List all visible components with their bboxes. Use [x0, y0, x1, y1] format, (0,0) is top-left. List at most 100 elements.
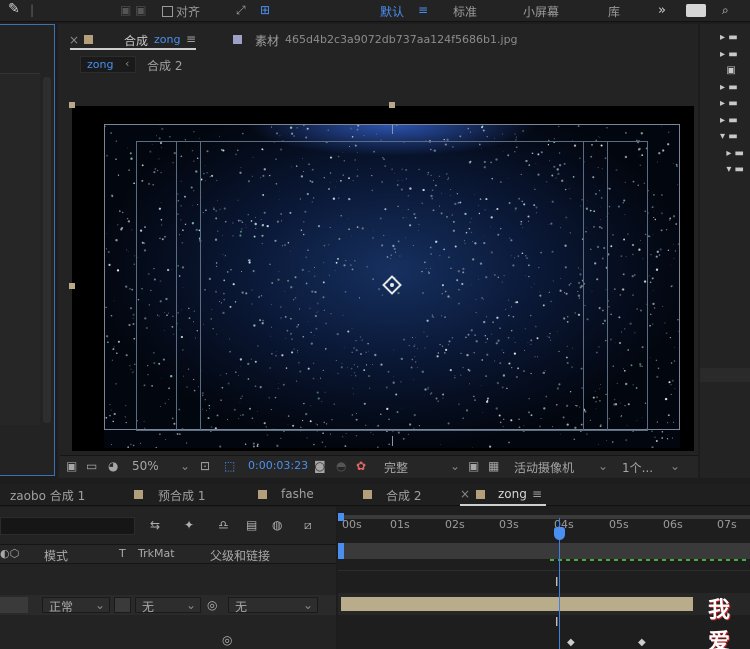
- keyframe-icon[interactable]: ◆: [638, 637, 646, 648]
- align-checkbox[interactable]: 对齐: [162, 3, 200, 20]
- timeline-tab-zaobo[interactable]: zaobo 合成 1: [10, 487, 85, 504]
- particle: [508, 441, 510, 444]
- folder-row[interactable]: ▸ ▬: [720, 113, 744, 130]
- close-comp-tab-icon[interactable]: ×: [69, 33, 79, 47]
- region-of-interest-icon[interactable]: ⬚: [224, 459, 235, 473]
- layer-trkmat-select[interactable]: 无 ⌄: [135, 597, 201, 614]
- channel-icon[interactable]: ✿: [356, 459, 366, 473]
- comp-tab-name[interactable]: zong: [154, 33, 180, 46]
- current-timecode[interactable]: 0:00:03:23: [248, 459, 308, 472]
- workspace-library[interactable]: 库: [608, 3, 620, 20]
- playhead-handle[interactable]: [554, 527, 565, 540]
- timeline-in-marker[interactable]: [338, 543, 344, 559]
- pick-whip-icon[interactable]: ◎: [207, 598, 217, 612]
- folder-row[interactable]: ▾ ▬: [720, 129, 744, 146]
- folder-row[interactable]: ▸ ▬: [720, 96, 744, 113]
- project-scrollbar[interactable]: [43, 77, 51, 423]
- monitor-icon[interactable]: ▭: [86, 459, 97, 473]
- keyframe-navigator-icon[interactable]: I: [555, 615, 559, 629]
- views-chevron-icon[interactable]: ⌄: [670, 459, 680, 473]
- frame-blending-icon[interactable]: ▤: [246, 518, 257, 532]
- snapshot-icon[interactable]: ◙: [314, 459, 326, 473]
- expression-pickwhip-icon[interactable]: ◎: [222, 633, 232, 647]
- chevron-down-icon: ⌄: [302, 598, 313, 612]
- workspace-default[interactable]: 默认: [380, 3, 404, 20]
- timeline-tab-fashe[interactable]: fashe: [281, 487, 314, 501]
- timeline-tabs: zaobo 合成 1 预合成 1 fashe 合成 2 × zong ≡: [0, 484, 750, 506]
- workspace-small-screen[interactable]: 小屏幕: [523, 3, 559, 20]
- chevron-down-icon[interactable]: ⌄: [180, 459, 190, 473]
- timeline-tab-menu-icon[interactable]: ≡: [532, 487, 542, 501]
- workspace-overflow-icon[interactable]: »: [658, 3, 666, 18]
- tab-color-swatch: [258, 490, 267, 499]
- folder-row[interactable]: ▸ ▬: [720, 30, 744, 47]
- keyboard-icon[interactable]: [686, 4, 706, 17]
- search-icon[interactable]: ⌕: [722, 3, 729, 18]
- particle: [586, 433, 588, 435]
- workspace-standard[interactable]: 标准: [453, 3, 477, 20]
- folder-row[interactable]: ▸ ▬: [720, 80, 744, 97]
- footage-tab-prefix[interactable]: 素材: [255, 32, 279, 49]
- composition-viewer[interactable]: [72, 106, 694, 451]
- fast-preview-icon[interactable]: ▣: [468, 459, 479, 473]
- fit-icon[interactable]: ⊡: [200, 459, 210, 473]
- workspace-menu-icon[interactable]: ≡: [418, 3, 428, 17]
- timeline-tab-precomp[interactable]: 预合成 1: [158, 487, 205, 504]
- particle: [256, 445, 259, 447]
- particle: [179, 433, 181, 435]
- layer-mode-select[interactable]: 正常 ⌄: [42, 597, 110, 614]
- comp-tab-prefix[interactable]: 合成: [124, 32, 148, 49]
- close-timeline-tab-icon[interactable]: ×: [460, 487, 470, 501]
- timeline-tab-comp2[interactable]: 合成 2: [386, 487, 421, 504]
- timeline-search-input[interactable]: [0, 517, 135, 535]
- views-value[interactable]: 1个...: [622, 459, 653, 476]
- folder-tree[interactable]: ▸ ▬ ▸ ▬ ▣ ▸ ▬ ▸ ▬ ▸ ▬ ▾ ▬ ▸ ▬ ▾ ▬: [720, 30, 744, 179]
- comp-nav-current-label: zong: [87, 58, 114, 71]
- camera-value[interactable]: 活动摄像机: [514, 459, 574, 476]
- project-panel: [0, 24, 55, 476]
- resolution-value[interactable]: 完整: [384, 459, 408, 476]
- mask-visibility-icon[interactable]: ◕: [108, 459, 118, 473]
- keyframe-navigator-icon[interactable]: I: [555, 575, 559, 589]
- zoom-value[interactable]: 50%: [132, 459, 159, 473]
- snap-grid-icon[interactable]: ⊞: [260, 3, 270, 17]
- graph-editor-icon[interactable]: ⧄: [304, 518, 312, 532]
- timeline-layer-panel: ⇆ ✦ ♎ ▤ ◍ ⧄ ◐⬡ 模式 T TrkMat 父级和链接 正常 ⌄ 无 ⌄ …: [0, 507, 336, 649]
- footage-tab-name[interactable]: 465d4b2c3a9072db737aa124f5686b1.jpg: [285, 33, 518, 46]
- keyframe-icon[interactable]: ◆: [567, 637, 575, 648]
- show-snapshot-icon[interactable]: ◓: [336, 459, 346, 473]
- folder-row[interactable]: ▸ ▬: [720, 47, 744, 64]
- pin-tool-icon[interactable]: ✎: [8, 1, 20, 17]
- layer-duration-bar[interactable]: [341, 597, 693, 611]
- preserve-transparency-toggle[interactable]: [114, 597, 131, 613]
- timeline-tab-zong[interactable]: zong: [498, 487, 527, 501]
- column-trkmat[interactable]: TrkMat: [138, 547, 175, 560]
- resolution-chevron-icon[interactable]: ⌄: [450, 459, 460, 473]
- layer-handle-tl[interactable]: [69, 102, 75, 108]
- draft-3d-icon[interactable]: ✦: [184, 518, 194, 532]
- layer-switch-box[interactable]: [0, 597, 28, 613]
- column-mode[interactable]: 模式: [44, 547, 68, 564]
- snap-icon[interactable]: ⤢: [236, 3, 246, 18]
- switches-icon[interactable]: ◐⬡: [0, 547, 19, 560]
- comp-nav-current[interactable]: zong ‹: [80, 56, 136, 73]
- camera-chevron-icon[interactable]: ⌄: [598, 459, 608, 473]
- folder-row[interactable]: ▣: [720, 63, 744, 80]
- folder-row[interactable]: ▸ ▬: [720, 146, 744, 163]
- align-label: 对齐: [176, 5, 201, 19]
- layer-handle-ml[interactable]: [69, 283, 75, 289]
- panel-scrollbar[interactable]: [700, 368, 750, 382]
- column-parent[interactable]: 父级和链接: [210, 547, 270, 564]
- column-t[interactable]: T: [119, 547, 126, 560]
- layer-handle-tc[interactable]: [389, 102, 395, 108]
- comp-tab-menu-icon[interactable]: ≡: [186, 32, 196, 46]
- comp-nav-next[interactable]: 合成 2: [147, 57, 182, 74]
- layer-parent-select[interactable]: 无 ⌄: [228, 597, 318, 614]
- shy-layers-icon[interactable]: ♎: [218, 518, 229, 532]
- motion-blur-icon[interactable]: ◍: [272, 518, 282, 532]
- comp-flowchart-icon[interactable]: ⇆: [150, 518, 160, 532]
- transparency-grid-icon[interactable]: ▦: [488, 459, 499, 473]
- footage-color-swatch: [233, 35, 242, 44]
- folder-row[interactable]: ▾ ▬: [720, 162, 744, 179]
- always-preview-icon[interactable]: ▣: [66, 459, 77, 473]
